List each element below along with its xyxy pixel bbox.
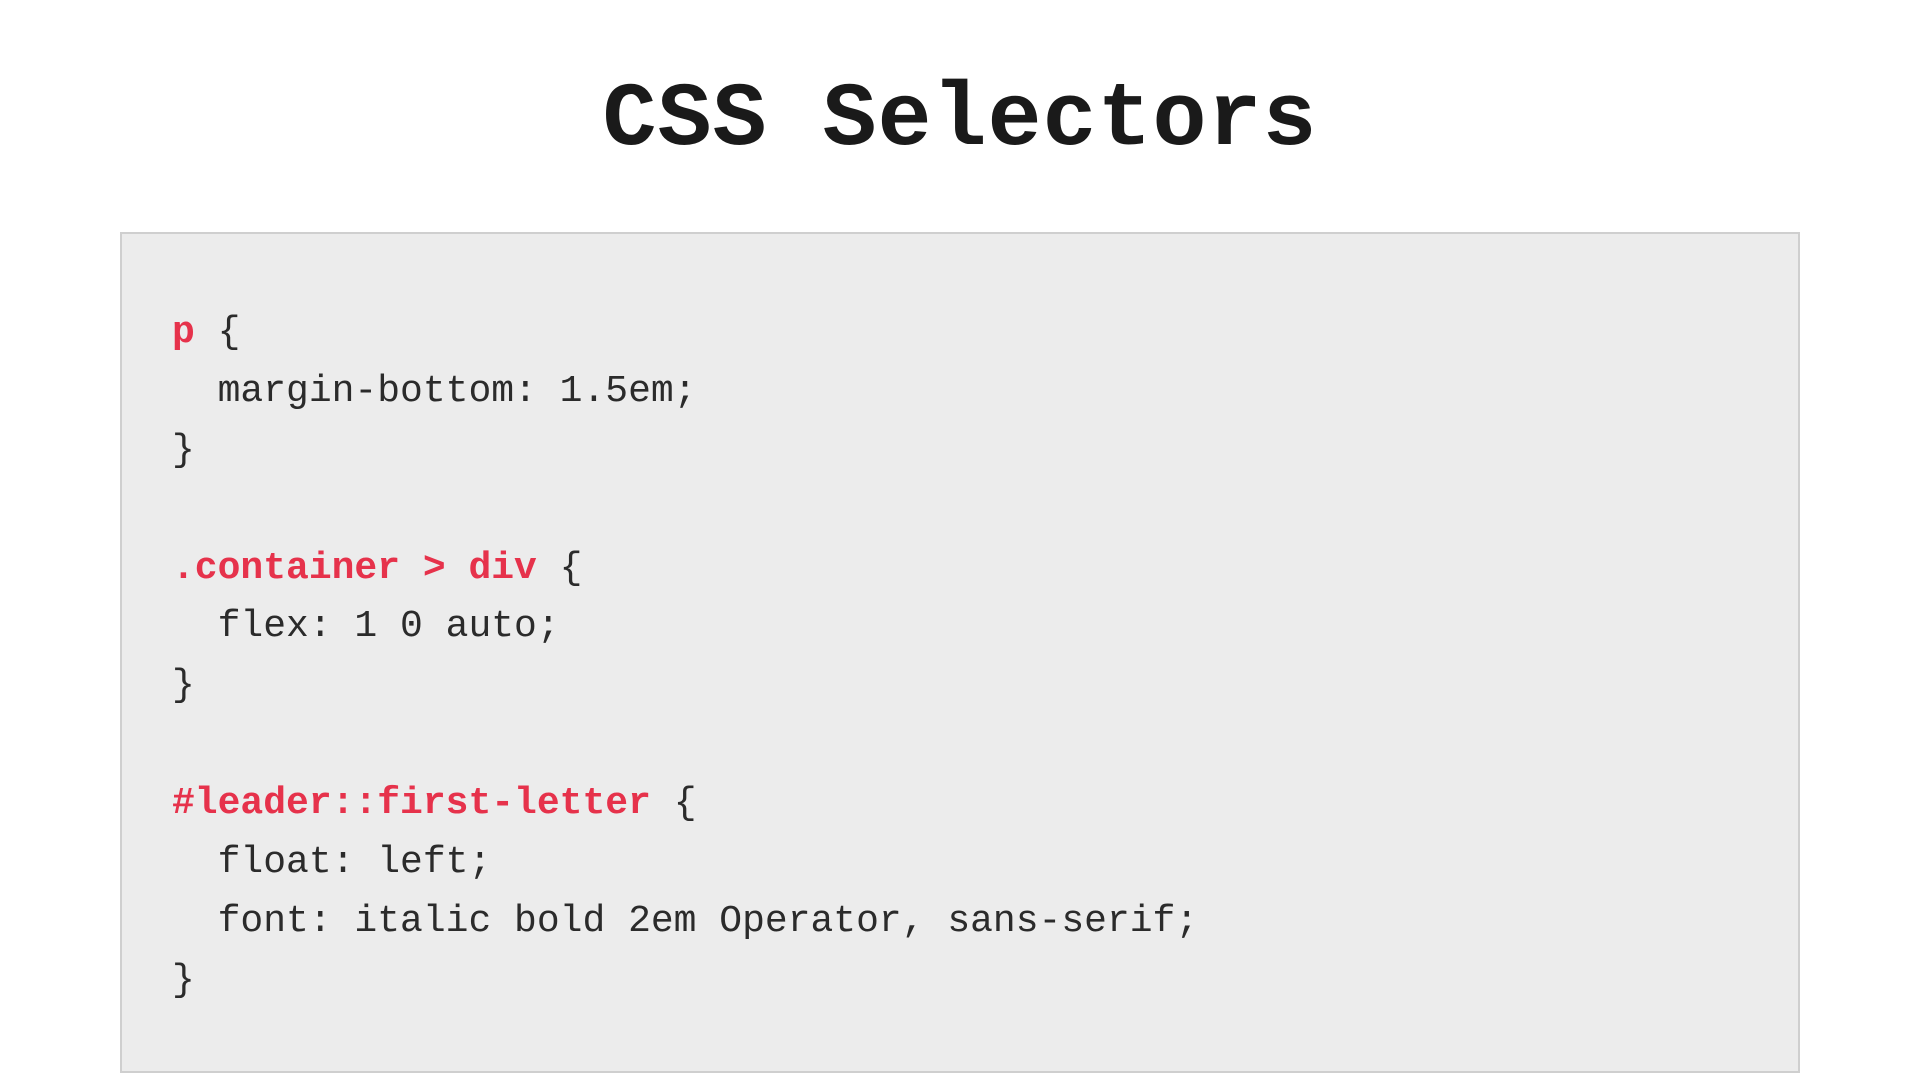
- brace-open: {: [537, 547, 583, 590]
- brace-close: }: [172, 959, 195, 1002]
- slide-title: CSS Selectors: [120, 70, 1800, 172]
- css-selector: .container > div: [172, 547, 537, 590]
- css-declaration: flex: 1 0 auto;: [172, 605, 560, 648]
- css-selector: p: [172, 311, 195, 354]
- css-selector: #leader::first-letter: [172, 782, 651, 825]
- brace-open: {: [195, 311, 241, 354]
- brace-close: }: [172, 429, 195, 472]
- brace-open: {: [651, 782, 697, 825]
- css-declaration: float: left;: [172, 841, 491, 884]
- css-declaration: font: italic bold 2em Operator, sans-ser…: [172, 900, 1198, 943]
- css-declaration: margin-bottom: 1.5em;: [172, 370, 697, 413]
- slide: CSS Selectors p { margin-bottom: 1.5em; …: [0, 0, 1920, 1080]
- brace-close: }: [172, 664, 195, 707]
- code-block: p { margin-bottom: 1.5em; } .container >…: [120, 232, 1800, 1073]
